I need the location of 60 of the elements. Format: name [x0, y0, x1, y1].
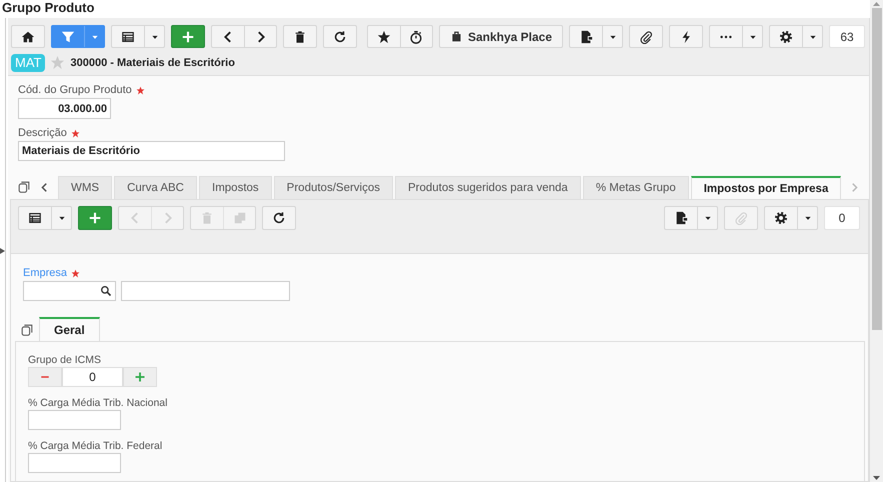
filter-icon — [61, 30, 75, 44]
paperclip-icon — [734, 211, 748, 225]
field-label: Cód. do Grupo Produto — [18, 84, 132, 96]
record-title: 300000 - Materiais de Escritório — [70, 56, 235, 68]
document-icon — [579, 30, 593, 44]
percent-field[interactable] — [28, 453, 121, 473]
add-icon — [88, 211, 102, 225]
tab[interactable]: Produtos/Serviços — [274, 176, 393, 199]
trash-icon — [293, 30, 307, 44]
expand-arrow-icon[interactable] — [0, 248, 5, 254]
module-badge: MAT — [11, 54, 46, 72]
document-icon — [674, 211, 688, 225]
paperclip-icon — [639, 30, 653, 44]
increment-button[interactable] — [123, 367, 157, 387]
grid-icon — [121, 30, 135, 44]
copy-icon — [232, 211, 246, 225]
copy-icon[interactable] — [17, 180, 31, 194]
scroll-down-icon[interactable] — [873, 476, 880, 480]
field-label: Empresa — [23, 267, 68, 279]
field-label: Grupo de ICMS — [28, 354, 101, 366]
trash-icon — [200, 211, 214, 225]
star-icon — [376, 30, 391, 44]
code-field[interactable]: 03.000.00 — [18, 98, 111, 119]
search-icon — [100, 285, 112, 297]
scroll-up-icon[interactable] — [873, 2, 880, 6]
copy-icon[interactable] — [20, 322, 34, 336]
scroll-left-icon[interactable] — [39, 182, 50, 192]
stopwatch-icon — [409, 30, 424, 44]
tab[interactable]: Curva ABC — [114, 176, 197, 199]
field-label: % Carga Média Trib. Federal — [28, 440, 162, 452]
field-label: Descrição — [18, 127, 67, 139]
tab[interactable]: WMS — [58, 176, 112, 199]
tab[interactable]: % Metas Grupo — [582, 176, 689, 199]
grid-icon — [28, 211, 42, 225]
window-title: Grupo Produto — [1, 0, 96, 17]
scroll-right-icon[interactable] — [849, 182, 860, 192]
tab[interactable]: Produtos sugeridos para venda — [395, 176, 581, 199]
percent-field[interactable] — [28, 410, 121, 430]
record-count-badge: 0 — [824, 206, 860, 230]
field-label: % Carga Média Trib. Nacional — [28, 397, 168, 409]
refresh-icon — [333, 30, 347, 44]
number-field[interactable]: 0 — [62, 367, 123, 387]
description-field[interactable]: Materiais de Escritório — [18, 141, 285, 161]
refresh-icon — [272, 211, 286, 225]
plus-icon — [134, 371, 146, 383]
lookup-field[interactable] — [23, 281, 116, 301]
settings-icon — [779, 30, 793, 44]
tab[interactable]: Impostos — [199, 176, 272, 199]
store-button[interactable]: Sankhya Place — [440, 26, 562, 47]
scrollbar[interactable] — [870, 0, 883, 482]
bag-icon — [450, 30, 463, 43]
settings-icon — [774, 211, 788, 225]
decrement-button[interactable] — [28, 367, 62, 387]
home-icon — [21, 30, 35, 44]
add-icon — [181, 30, 195, 44]
tab[interactable]: Impostos por Empresa — [690, 176, 842, 199]
star-icon[interactable] — [50, 55, 66, 70]
text-field[interactable] — [121, 281, 290, 301]
tab[interactable]: Geral — [39, 317, 100, 341]
record-count-badge: 63 — [829, 25, 865, 48]
